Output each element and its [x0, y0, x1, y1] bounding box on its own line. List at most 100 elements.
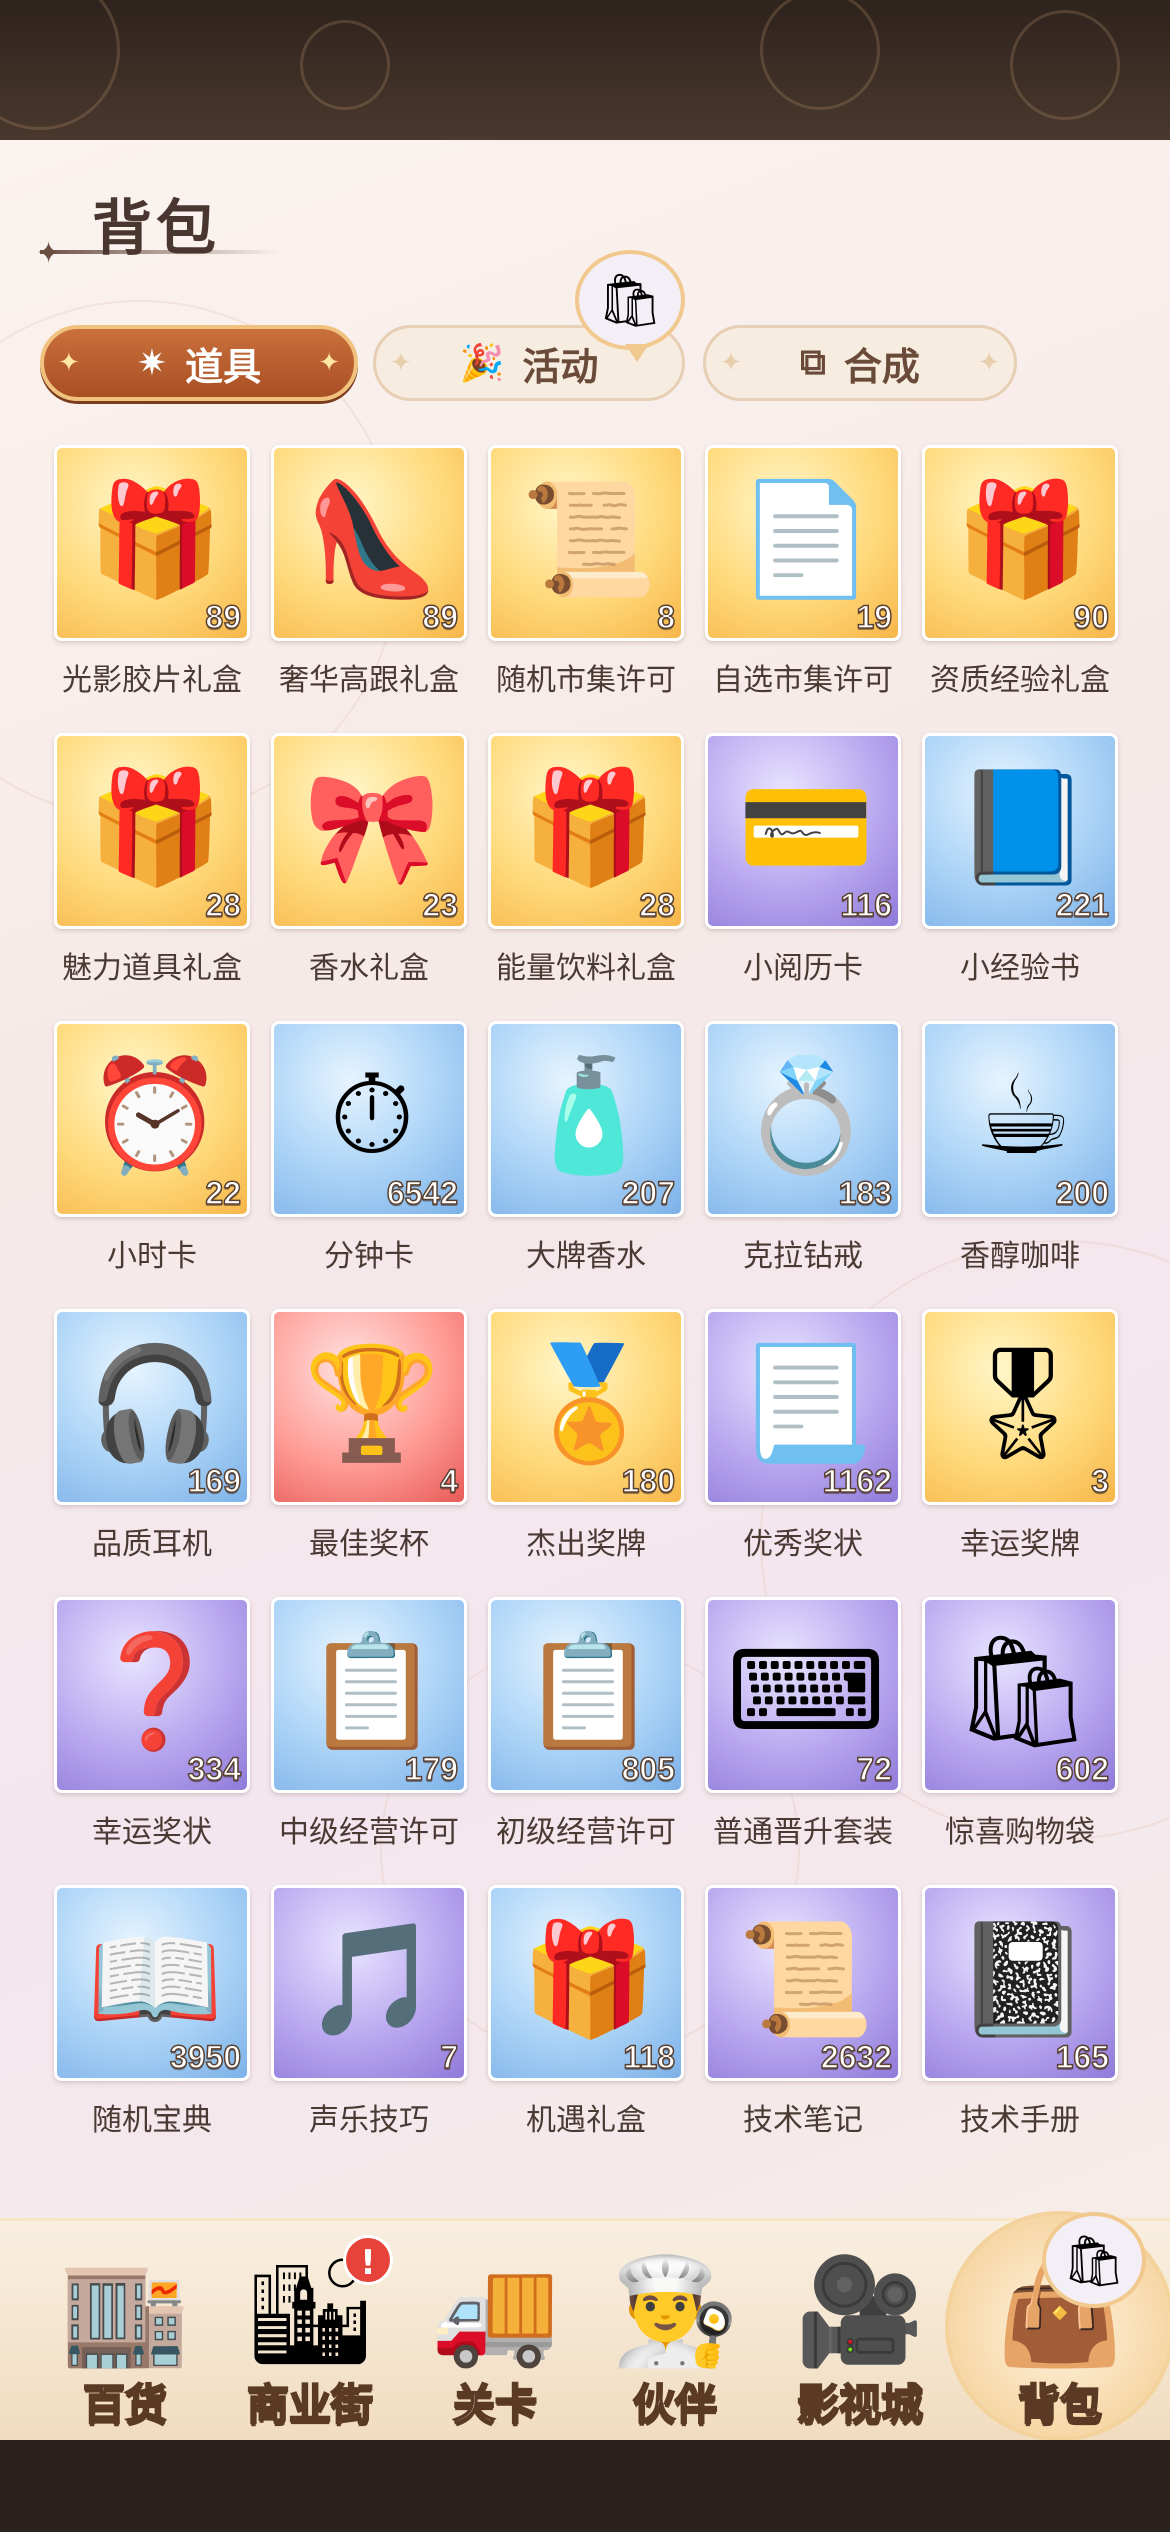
item-card[interactable]: ❓ 334 [54, 1597, 250, 1793]
nav-label: 商业街 [246, 2379, 374, 2430]
item-cell[interactable]: 📄 19 自选市集许可 [705, 445, 901, 703]
truck-level-icon: 🚚 [430, 2250, 560, 2372]
item-cell[interactable]: 💳 116 小阅历卡 [705, 733, 901, 991]
item-cell[interactable]: 🎁 28 魅力道具礼盒 [54, 733, 250, 991]
item-cell[interactable]: 📖 3950 随机宝典 [54, 1885, 250, 2143]
item-cell[interactable]: 🎀 23 香水礼盒 [271, 733, 467, 991]
item-card[interactable]: 📄 19 [705, 445, 901, 641]
item-cell[interactable]: 📋 179 中级经营许可 [271, 1597, 467, 1855]
item-cell[interactable]: 👠 89 奢华高跟礼盒 [271, 445, 467, 703]
shopping-bag-bubble-icon[interactable]: 🛍 [575, 250, 685, 362]
item-cell[interactable]: ⌨ 72 普通晋升套装 [705, 1597, 901, 1855]
item-name: 香水礼盒 [309, 951, 429, 986]
nav-item-department-store[interactable]: 🏬 百货 [40, 2221, 210, 2443]
item-card[interactable]: 🧴 207 [488, 1021, 684, 1217]
item-card[interactable]: 📓 165 [922, 1885, 1118, 2081]
item-card[interactable]: 📖 3950 [54, 1885, 250, 2081]
item-card[interactable]: 📋 179 [271, 1597, 467, 1793]
item-name: 随机宝典 [92, 2103, 212, 2138]
item-name: 资质经验礼盒 [930, 663, 1110, 698]
item-cell[interactable]: 📘 221 小经验书 [922, 733, 1118, 991]
item-card[interactable]: ⏱ 6542 [271, 1021, 467, 1217]
item-name: 光影胶片礼盒 [62, 663, 242, 698]
item-card[interactable]: 🎁 89 [54, 445, 250, 641]
item-cell[interactable]: ❓ 334 幸运奖状 [54, 1597, 250, 1855]
perfume-gift-box-icon: 🎀 [303, 763, 441, 891]
item-count: 90 [1073, 598, 1110, 636]
item-cell[interactable]: 🛍 602 惊喜购物袋 [922, 1597, 1118, 1855]
item-card[interactable]: 🎁 28 [54, 733, 250, 929]
item-card[interactable]: 📜 8 [488, 445, 684, 641]
department-store-icon: 🏬 [60, 2250, 190, 2372]
item-cell[interactable]: 📃 1162 优秀奖状 [705, 1309, 901, 1567]
item-cell[interactable]: 🧴 207 大牌香水 [488, 1021, 684, 1279]
bottom-bar [0, 2440, 1170, 2532]
film-camera-icon: 🎥 [795, 2250, 925, 2372]
merge-squares-icon: ⧉ [800, 342, 826, 383]
item-name: 奢华高跟礼盒 [279, 663, 459, 698]
item-card[interactable]: 🏆 4 [271, 1309, 467, 1505]
item-cell[interactable]: 🎁 89 光影胶片礼盒 [54, 445, 250, 703]
tab-label: 活动 [522, 344, 599, 389]
item-card[interactable]: 🎵 7 [271, 1885, 467, 2081]
item-cell[interactable]: 🎁 28 能量饮料礼盒 [488, 733, 684, 991]
tech-notes-icon: 📜 [737, 1915, 875, 2043]
nav-item-commercial-street[interactable]: 🏙! 商业街 [225, 2221, 395, 2443]
tab-items[interactable]: ✦ ✷ 道具 ✦ [40, 325, 358, 401]
item-count: 23 [422, 886, 459, 924]
tab-merge[interactable]: ✦ ⧉ 合成 ✦ [703, 325, 1017, 401]
item-cell[interactable]: 🎁 90 资质经验礼盒 [922, 445, 1118, 703]
item-cell[interactable]: 📜 8 随机市集许可 [488, 445, 684, 703]
item-card[interactable]: 🎁 118 [488, 1885, 684, 2081]
nav-item-truck-level[interactable]: 🚚 关卡 [410, 2221, 580, 2443]
item-card[interactable]: 📘 221 [922, 733, 1118, 929]
experience-card-icon: 💳 [737, 763, 875, 891]
item-name: 声乐技巧 [309, 2103, 429, 2138]
item-card[interactable]: 🎁 28 [488, 733, 684, 929]
item-cell[interactable]: 🎖 3 幸运奖牌 [922, 1309, 1118, 1567]
item-card[interactable]: 🎧 169 [54, 1309, 250, 1505]
item-cell[interactable]: ☕ 200 香醇咖啡 [922, 1021, 1118, 1279]
item-card[interactable]: 💳 116 [705, 733, 901, 929]
item-card[interactable]: ☕ 200 [922, 1021, 1118, 1217]
item-cell[interactable]: 💍 183 克拉钻戒 [705, 1021, 901, 1279]
item-card[interactable]: 🏅 180 [488, 1309, 684, 1505]
item-card[interactable]: 🎖 3 [922, 1309, 1118, 1505]
exp-book-icon: 📘 [954, 763, 1092, 891]
item-cell[interactable]: 🎧 169 品质耳机 [54, 1309, 250, 1567]
nav-label: 伙伴 [632, 2379, 718, 2430]
item-card[interactable]: 💍 183 [705, 1021, 901, 1217]
nav-item-film-camera[interactable]: 🎥 影视城 [775, 2221, 945, 2443]
item-cell[interactable]: 🎁 118 机遇礼盒 [488, 1885, 684, 2143]
item-count: 3950 [169, 2038, 242, 2076]
item-count: 28 [205, 886, 242, 924]
partner-chef-icon: 👨‍🍳 [610, 2250, 740, 2372]
item-cell[interactable]: 📋 805 初级经营许可 [488, 1597, 684, 1855]
item-cell[interactable]: 🏆 4 最佳奖杯 [271, 1309, 467, 1567]
item-cell[interactable]: 🏅 180 杰出奖牌 [488, 1309, 684, 1567]
shopping-bag-bubble-icon[interactable]: 🛍 [1042, 2212, 1146, 2308]
item-card[interactable]: 📋 805 [488, 1597, 684, 1793]
item-card[interactable]: 📃 1162 [705, 1309, 901, 1505]
item-cell[interactable]: ⏰ 22 小时卡 [54, 1021, 250, 1279]
item-cell[interactable]: 🎵 7 声乐技巧 [271, 1885, 467, 2143]
item-card[interactable]: 🛍 602 [922, 1597, 1118, 1793]
item-card[interactable]: 👠 89 [271, 445, 467, 641]
item-card[interactable]: ⏰ 22 [54, 1021, 250, 1217]
item-count: 7 [439, 2038, 458, 2076]
item-card[interactable]: 🎀 23 [271, 733, 467, 929]
item-cell[interactable]: 📜 2632 技术笔记 [705, 1885, 901, 2143]
item-card[interactable]: ⌨ 72 [705, 1597, 901, 1793]
item-card[interactable]: 🎁 90 [922, 445, 1118, 641]
item-name: 中级经营许可 [279, 1815, 459, 1850]
gift-box-heels-icon: 👠 [303, 475, 441, 603]
item-cell[interactable]: 📓 165 技术手册 [922, 1885, 1118, 2143]
item-name: 小时卡 [107, 1239, 197, 1274]
nav-item-partner-chef[interactable]: 👨‍🍳 伙伴 [590, 2221, 760, 2443]
item-cell[interactable]: ⏱ 6542 分钟卡 [271, 1021, 467, 1279]
backpack-panel: ✦ 背包 ✦ ✷ 道具 ✦ ✦ 🎉 活动 ✦ ⧉ 合成 ✦ 🛍 🎁89光影胶片礼… [0, 140, 1170, 2440]
item-count: 72 [856, 1750, 893, 1788]
item-card[interactable]: 📜 2632 [705, 1885, 901, 2081]
item-count: 1162 [822, 1462, 893, 1500]
item-name: 克拉钻戒 [743, 1239, 863, 1274]
